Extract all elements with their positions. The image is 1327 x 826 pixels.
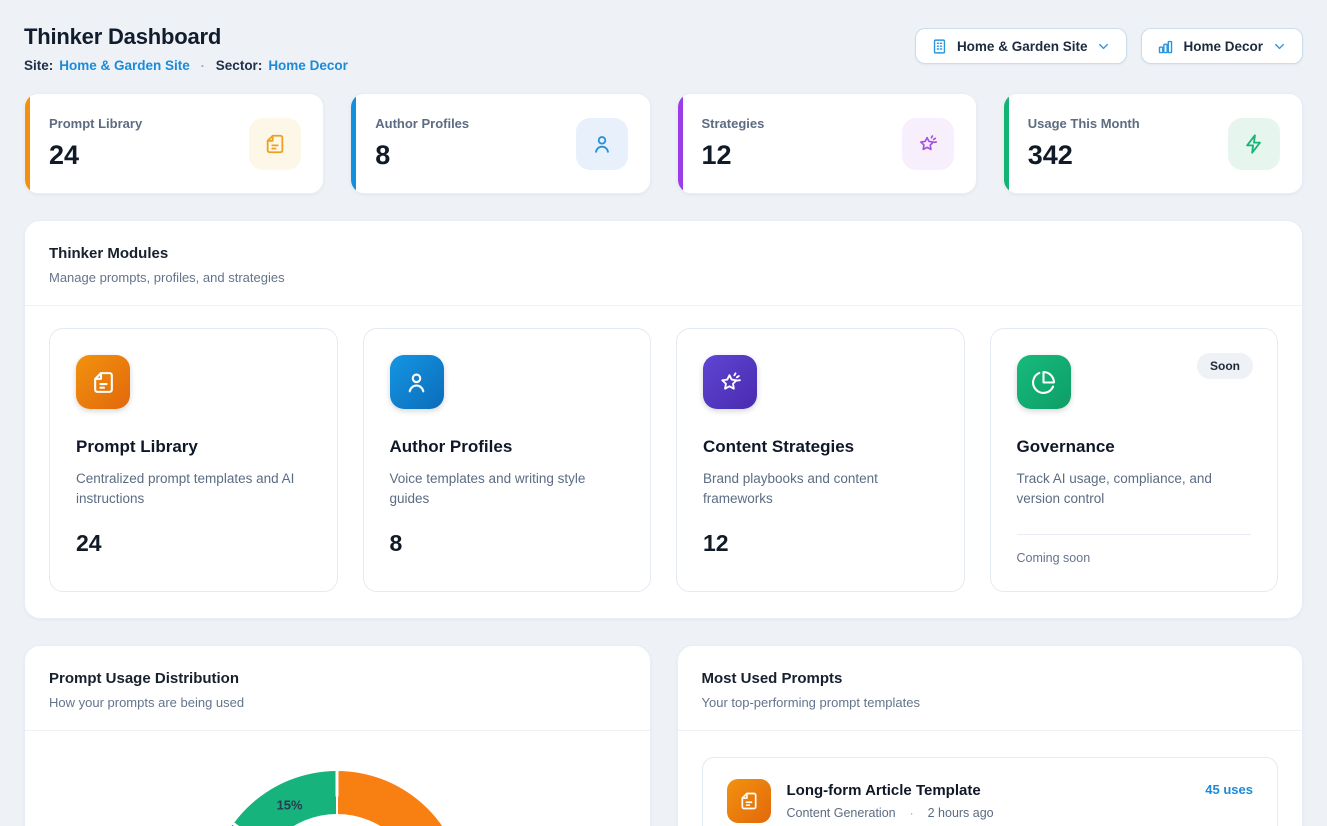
site-selector-dropdown[interactable]: Home & Garden Site	[915, 28, 1128, 64]
chevron-down-icon	[1096, 39, 1111, 54]
site-label: Site:	[24, 58, 53, 73]
prompt-item-category: Content Generation	[787, 806, 896, 820]
breadcrumb: Site: Home & Garden Site · Sector: Home …	[24, 58, 348, 73]
prompt-item-body: Long-form Article Template Content Gener…	[787, 782, 994, 820]
file-icon	[249, 118, 301, 170]
stat-card: Author Profiles 8	[350, 93, 650, 194]
module-title: Content Strategies	[703, 437, 938, 457]
soon-badge: Soon	[1197, 353, 1253, 379]
sector-selector-dropdown[interactable]: Home Decor	[1141, 28, 1303, 64]
header-left: Thinker Dashboard Site: Home & Garden Si…	[24, 24, 348, 73]
module-title: Governance	[1017, 437, 1252, 457]
thinker-modules-panel: Thinker Modules Manage prompts, profiles…	[24, 220, 1303, 619]
sector-label: Sector:	[216, 58, 263, 73]
star-sparkle-icon	[902, 118, 954, 170]
stat-card: Strategies 12	[677, 93, 977, 194]
module-description: Voice templates and writing style guides	[390, 469, 625, 510]
usage-panel-subtitle: How your prompts are being used	[49, 695, 626, 710]
chevron-down-icon	[1272, 39, 1287, 54]
module-card-author-profiles[interactable]: Author Profiles Voice templates and writ…	[363, 328, 652, 592]
site-selector-label: Home & Garden Site	[957, 39, 1088, 54]
header-selectors: Home & Garden Site Home Decor	[915, 28, 1303, 64]
site-link[interactable]: Home & Garden Site	[59, 58, 190, 73]
bottom-row: Prompt Usage Distribution How your promp…	[24, 645, 1303, 826]
prompt-uses-badge: 45 uses	[1205, 782, 1253, 797]
module-count: 24	[76, 530, 311, 557]
usage-panel-header: Prompt Usage Distribution How your promp…	[25, 646, 650, 731]
usage-chart-area: 15%	[25, 731, 650, 826]
prompts-panel-subtitle: Your top-performing prompt templates	[702, 695, 1279, 710]
coming-soon-text: Coming soon	[1017, 551, 1252, 565]
prompt-item-title: Long-form Article Template	[787, 782, 994, 799]
file-icon	[76, 355, 130, 409]
donut-slice-label: 15%	[277, 797, 303, 812]
most-used-prompts-card: Most Used Prompts Your top-performing pr…	[677, 645, 1304, 826]
modules-panel-title: Thinker Modules	[49, 245, 1278, 262]
module-card-prompt-library[interactable]: Prompt Library Centralized prompt templa…	[49, 328, 338, 592]
sector-link[interactable]: Home Decor	[268, 58, 348, 73]
module-count: 12	[703, 530, 938, 557]
file-icon	[727, 779, 771, 823]
stats-row: Prompt Library 24 Author Profiles 8 Stra…	[24, 93, 1303, 194]
stat-card: Usage This Month 342	[1003, 93, 1303, 194]
module-card-content-strategies[interactable]: Content Strategies Brand playbooks and c…	[676, 328, 965, 592]
dashboard-page: Thinker Dashboard Site: Home & Garden Si…	[0, 0, 1327, 826]
prompt-item-meta: Content Generation · 2 hours ago	[787, 806, 994, 820]
module-divider	[1017, 534, 1252, 535]
module-title: Author Profiles	[390, 437, 625, 457]
usage-distribution-card: Prompt Usage Distribution How your promp…	[24, 645, 651, 826]
module-description: Brand playbooks and content frameworks	[703, 469, 938, 510]
prompt-item-time: 2 hours ago	[928, 806, 994, 820]
prompt-list: Long-form Article Template Content Gener…	[678, 731, 1303, 826]
module-count: 8	[390, 530, 625, 557]
module-description: Track AI usage, compliance, and version …	[1017, 469, 1252, 510]
usage-panel-title: Prompt Usage Distribution	[49, 670, 626, 687]
user-icon	[390, 355, 444, 409]
page-header: Thinker Dashboard Site: Home & Garden Si…	[24, 24, 1303, 73]
building-icon	[931, 38, 948, 55]
prompts-panel-header: Most Used Prompts Your top-performing pr…	[678, 646, 1303, 731]
module-title: Prompt Library	[76, 437, 311, 457]
user-icon	[576, 118, 628, 170]
stat-card: Prompt Library 24	[24, 93, 324, 194]
meta-separator: ·	[905, 806, 919, 820]
modules-grid: Prompt Library Centralized prompt templa…	[25, 306, 1302, 618]
sector-selector-label: Home Decor	[1183, 39, 1263, 54]
module-card-governance[interactable]: Soon Governance Track AI usage, complian…	[990, 328, 1279, 592]
module-description: Centralized prompt templates and AI inst…	[76, 469, 311, 510]
page-title: Thinker Dashboard	[24, 24, 348, 50]
bar-chart-icon	[1157, 38, 1174, 55]
modules-panel-subtitle: Manage prompts, profiles, and strategies	[49, 270, 1278, 285]
modules-panel-header: Thinker Modules Manage prompts, profiles…	[25, 221, 1302, 306]
zap-icon	[1228, 118, 1280, 170]
prompts-panel-title: Most Used Prompts	[702, 670, 1279, 687]
pie-chart-icon	[1017, 355, 1071, 409]
prompt-list-item[interactable]: Long-form Article Template Content Gener…	[702, 757, 1279, 826]
star-sparkle-icon	[703, 355, 757, 409]
usage-donut[interactable]: 15%	[209, 771, 465, 826]
breadcrumb-separator: ·	[196, 59, 210, 73]
